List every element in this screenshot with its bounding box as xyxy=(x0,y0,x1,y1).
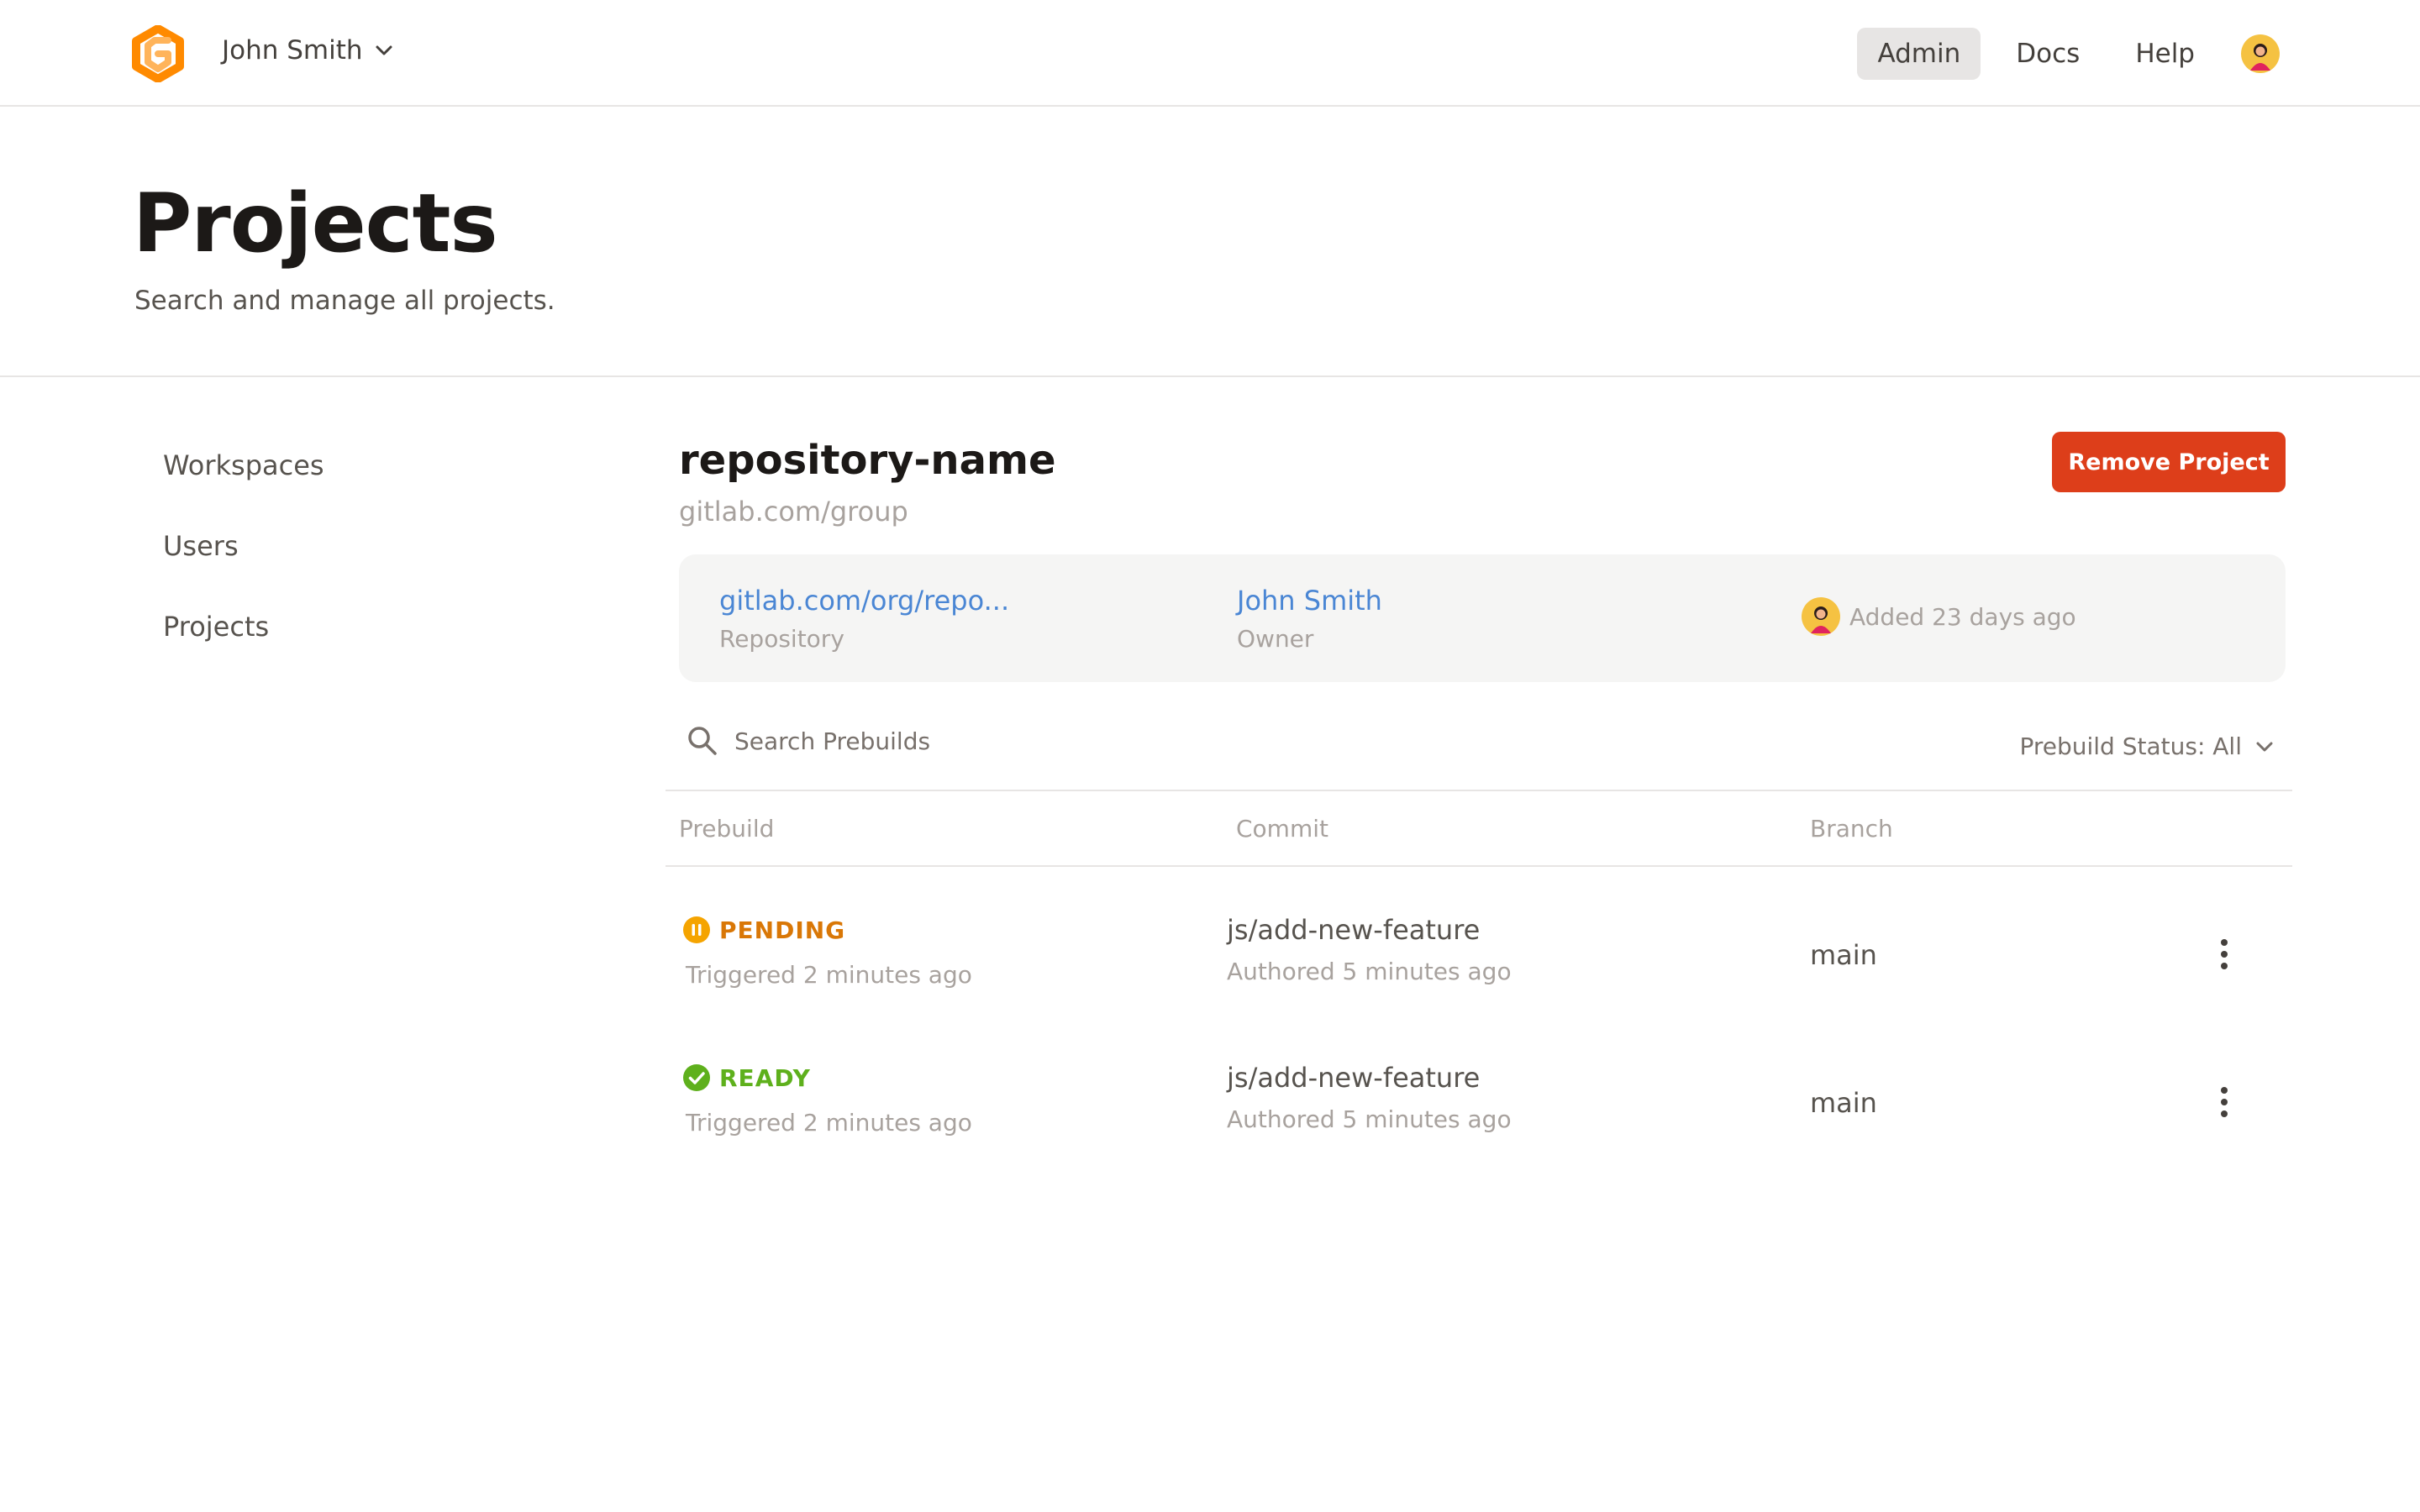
search-prebuilds-input[interactable] xyxy=(733,726,1240,756)
branch-name: main xyxy=(1810,1087,1877,1119)
pending-status-icon xyxy=(683,916,710,943)
triggered-time: Triggered 2 minutes ago xyxy=(686,961,972,989)
status-label: PENDING xyxy=(719,916,846,944)
project-group: gitlab.com/group xyxy=(679,496,908,528)
prebuilds-table-header: Prebuild Commit Branch xyxy=(666,790,2292,867)
branch-name: main xyxy=(1810,939,1877,971)
added-info: Added 23 days ago xyxy=(1801,596,2076,637)
chevron-down-icon xyxy=(2256,742,2273,751)
added-date: Added 23 days ago xyxy=(1849,602,2076,631)
authored-time: Authored 5 minutes ago xyxy=(1227,958,1512,985)
column-prebuild: Prebuild xyxy=(679,815,775,843)
sidebar-item-workspaces[interactable]: Workspaces xyxy=(163,445,324,526)
search-icon xyxy=(688,727,717,755)
prebuild-status: PENDING xyxy=(682,916,845,944)
gitpod-logo-icon[interactable] xyxy=(131,25,185,82)
authored-time: Authored 5 minutes ago xyxy=(1227,1105,1512,1133)
nav-docs[interactable]: Docs xyxy=(1996,28,2100,80)
prebuild-status-filter[interactable]: Prebuild Status: All xyxy=(2019,732,2274,760)
nav-help[interactable]: Help xyxy=(2115,28,2215,80)
user-avatar-icon xyxy=(1802,597,1840,636)
top-nav: Admin Docs Help xyxy=(1842,28,2281,80)
remove-project-button[interactable]: Remove Project xyxy=(2052,432,2286,492)
table-row[interactable]: PENDING Triggered 2 minutes ago js/add-n… xyxy=(666,874,2292,1021)
project-name: repository-name xyxy=(679,437,1056,484)
triggered-time: Triggered 2 minutes ago xyxy=(686,1109,972,1137)
repository-info: gitlab.com/org/repo... Repository xyxy=(719,585,1009,653)
header-divider xyxy=(0,375,2420,377)
repository-link[interactable]: gitlab.com/org/repo... xyxy=(719,585,1009,617)
more-vertical-icon[interactable] xyxy=(2213,1077,2235,1127)
table-row[interactable]: READY Triggered 2 minutes ago js/add-new… xyxy=(666,1021,2292,1169)
page-subtitle: Search and manage all projects. xyxy=(134,286,555,316)
status-label: READY xyxy=(719,1063,811,1092)
top-bar: John Smith Admin Docs Help xyxy=(0,0,2420,107)
sidebar-item-users[interactable]: Users xyxy=(163,526,324,606)
account-switcher[interactable]: John Smith xyxy=(222,35,393,66)
column-branch: Branch xyxy=(1810,815,1893,843)
owner-info: John Smith Owner xyxy=(1237,585,1382,653)
filter-label: Prebuild Status: All xyxy=(2019,732,2242,760)
commit-branch: js/add-new-feature xyxy=(1227,914,1481,946)
sidebar: Workspaces Users Projects xyxy=(163,445,324,687)
nav-admin[interactable]: Admin xyxy=(1857,28,1981,80)
repository-label: Repository xyxy=(719,625,844,653)
account-name: John Smith xyxy=(222,35,363,66)
sidebar-item-projects[interactable]: Projects xyxy=(163,606,324,687)
owner-link[interactable]: John Smith xyxy=(1237,585,1382,617)
page-title: Projects xyxy=(133,176,498,270)
more-vertical-icon[interactable] xyxy=(2213,929,2235,979)
search-bar xyxy=(686,724,1240,758)
ready-status-icon xyxy=(683,1064,710,1091)
user-avatar-icon[interactable] xyxy=(2240,34,2281,74)
owner-label: Owner xyxy=(1237,625,1314,653)
commit-branch: js/add-new-feature xyxy=(1227,1062,1481,1094)
chevron-down-icon xyxy=(376,45,392,55)
prebuild-status: READY xyxy=(682,1063,811,1092)
column-commit: Commit xyxy=(1236,815,1328,843)
project-info-card: gitlab.com/org/repo... Repository John S… xyxy=(679,554,2286,682)
